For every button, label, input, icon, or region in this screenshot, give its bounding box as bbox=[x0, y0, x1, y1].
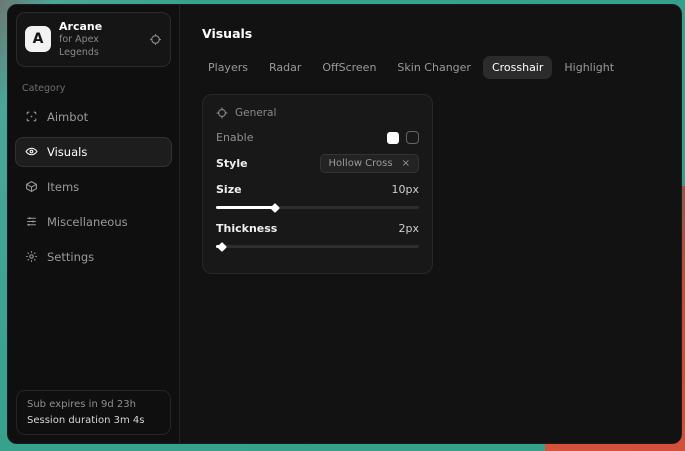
session-duration-text: Session duration 3m 4s bbox=[27, 415, 160, 426]
enable-label: Enable bbox=[216, 131, 253, 144]
section-label: General bbox=[235, 107, 276, 119]
sidebar-spacer bbox=[8, 272, 179, 382]
sidebar-item-label: Items bbox=[47, 180, 79, 194]
main-panel: Visuals Players Radar OffScreen Skin Cha… bbox=[180, 5, 681, 443]
tab-bar: Players Radar OffScreen Skin Changer Cro… bbox=[199, 56, 667, 79]
size-label: Size bbox=[216, 183, 242, 196]
tab-crosshair[interactable]: Crosshair bbox=[483, 56, 552, 79]
category-label: Category bbox=[22, 83, 165, 94]
style-value-tag[interactable]: Hollow Cross × bbox=[320, 154, 419, 173]
target-icon[interactable] bbox=[149, 33, 162, 46]
thickness-label: Thickness bbox=[216, 222, 277, 235]
sub-expires-text: Sub expires in 9d 23h bbox=[27, 399, 160, 410]
style-value: Hollow Cross bbox=[329, 158, 393, 169]
style-row: Style Hollow Cross × bbox=[216, 154, 419, 173]
thickness-row: Thickness 2px bbox=[216, 222, 419, 235]
enable-checkbox[interactable] bbox=[406, 131, 419, 144]
sidebar-item-label: Miscellaneous bbox=[47, 215, 128, 229]
box-icon bbox=[25, 180, 38, 193]
size-slider[interactable] bbox=[216, 206, 419, 209]
thickness-slider-thumb[interactable] bbox=[217, 242, 227, 252]
crosshair-viewfinder-icon bbox=[25, 110, 38, 123]
size-slider-fill bbox=[216, 206, 275, 209]
enable-row: Enable bbox=[216, 131, 419, 144]
eye-icon bbox=[25, 145, 38, 158]
color-swatch[interactable] bbox=[387, 132, 399, 144]
app-subtitle: for Apex Legends bbox=[59, 34, 141, 59]
app-title-block: Arcane for Apex Legends bbox=[59, 20, 141, 59]
sidebar-item-label: Visuals bbox=[47, 145, 87, 159]
close-icon[interactable]: × bbox=[402, 159, 410, 169]
sidebar-item-aimbot[interactable]: Aimbot bbox=[15, 102, 172, 132]
thickness-slider[interactable] bbox=[216, 245, 419, 248]
tab-highlight[interactable]: Highlight bbox=[555, 56, 623, 79]
section-header: General bbox=[216, 107, 419, 119]
thickness-value: 2px bbox=[399, 222, 420, 235]
subscription-info-box: Sub expires in 9d 23h Session duration 3… bbox=[16, 390, 171, 435]
general-settings-card: General Enable Style Hollow Cross × Size… bbox=[202, 94, 433, 274]
gear-icon bbox=[25, 250, 38, 263]
sidebar-item-label: Settings bbox=[47, 250, 94, 264]
app-window: A Arcane for Apex Legends Category bbox=[7, 4, 682, 444]
tab-offscreen[interactable]: OffScreen bbox=[313, 56, 385, 79]
sidebar-nav: Aimbot Visuals Items bbox=[8, 102, 179, 272]
sidebar-item-items[interactable]: Items bbox=[15, 172, 172, 202]
tab-players[interactable]: Players bbox=[199, 56, 257, 79]
page-title: Visuals bbox=[202, 26, 667, 41]
tab-skin-changer[interactable]: Skin Changer bbox=[388, 56, 480, 79]
sidebar-item-settings[interactable]: Settings bbox=[15, 242, 172, 272]
style-label: Style bbox=[216, 157, 248, 170]
sidebar-item-miscellaneous[interactable]: Miscellaneous bbox=[15, 207, 172, 237]
app-name: Arcane bbox=[59, 20, 141, 34]
sidebar: A Arcane for Apex Legends Category bbox=[8, 5, 180, 443]
sidebar-item-label: Aimbot bbox=[47, 110, 88, 124]
tab-radar[interactable]: Radar bbox=[260, 56, 310, 79]
sliders-icon bbox=[25, 215, 38, 228]
sidebar-item-visuals[interactable]: Visuals bbox=[15, 137, 172, 167]
size-row: Size 10px bbox=[216, 183, 419, 196]
enable-controls bbox=[387, 131, 419, 144]
app-header: A Arcane for Apex Legends bbox=[16, 12, 171, 67]
app-logo: A bbox=[25, 26, 51, 52]
crosshair-icon bbox=[216, 107, 228, 119]
size-slider-thumb[interactable] bbox=[270, 203, 280, 213]
size-value: 10px bbox=[392, 183, 420, 196]
